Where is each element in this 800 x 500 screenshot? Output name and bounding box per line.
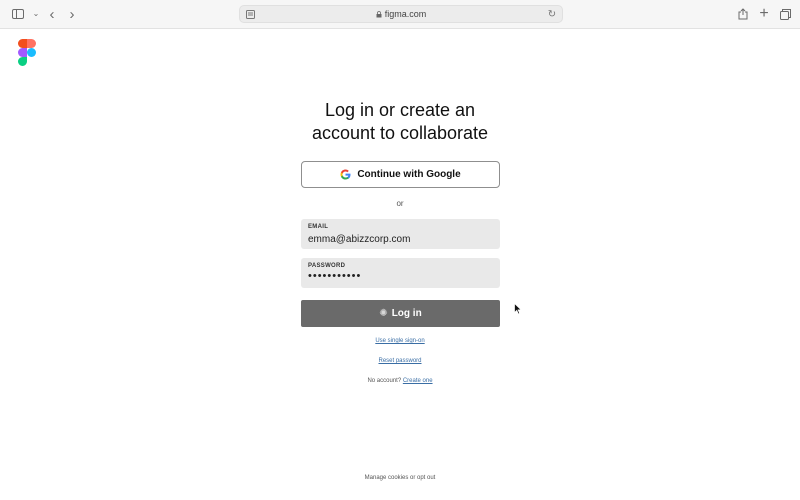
loading-spinner-icon: ✺ [379,308,388,319]
google-icon [340,169,351,180]
reload-icon[interactable]: ↻ [546,8,558,20]
title-line-1: Log in or create an [324,100,476,120]
figma-logo[interactable] [18,39,36,66]
mouse-cursor-icon [514,303,522,315]
or-divider: or [396,199,404,208]
url-label: figma.com [384,9,427,19]
email-label: EMAIL [308,224,329,230]
single-sign-on-link[interactable]: Use single sign-on [375,338,424,344]
login-button[interactable]: ✺ Log in [301,300,500,327]
tabs-icon[interactable] [778,7,792,21]
no-account-text: No account? [367,378,402,384]
no-account-row: No account? Create one [0,378,800,384]
continue-with-google-button[interactable]: Continue with Google [301,161,500,188]
reset-link-row: Reset password [0,358,800,364]
manage-cookies-link[interactable]: Manage cookies or opt out [0,475,800,481]
page-title: Log in or create an account to collabora… [0,99,800,145]
sso-link-row: Use single sign-on [0,338,800,344]
google-button-label: Continue with Google [357,169,461,180]
share-icon[interactable] [736,7,750,21]
lock-icon [376,11,382,18]
email-value[interactable]: emma@abizzcorp.com [308,234,410,245]
chevron-right-icon[interactable]: › [65,7,79,22]
plus-icon[interactable]: + [757,6,771,22]
address-bar[interactable]: figma.com ↻ [239,5,563,23]
chevron-left-icon[interactable]: ‹ [45,7,59,22]
create-account-link[interactable]: Create one [403,378,433,384]
reset-password-link[interactable]: Reset password [378,358,421,364]
password-field[interactable]: PASSWORD ••••••••••• [301,258,500,288]
password-label: PASSWORD [308,263,346,269]
login-button-label: Log in [391,308,422,319]
title-line-2: account to collaborate [311,123,489,143]
sidebar-icon[interactable] [11,7,25,21]
email-field[interactable]: EMAIL emma@abizzcorp.com [301,219,500,249]
chevron-down-icon[interactable]: ⌄ [29,7,43,21]
password-value[interactable]: ••••••••••• [308,270,361,282]
url-text: figma.com [240,9,562,19]
browser-toolbar: ⌄ ‹ › figma.com ↻ + [0,0,800,29]
